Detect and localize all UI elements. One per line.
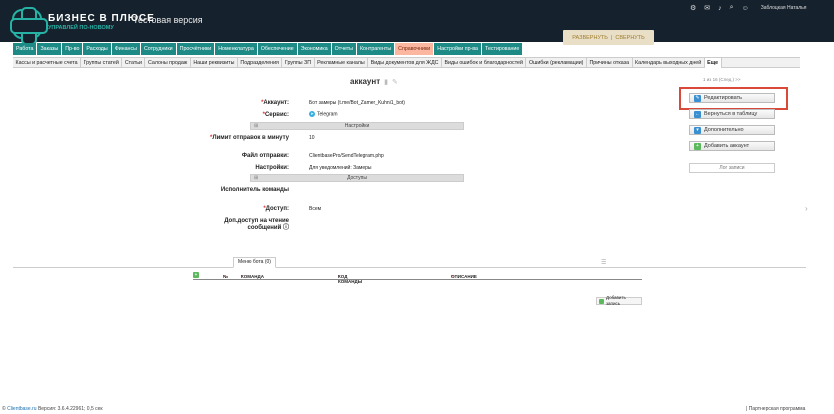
subnav-item-divisions[interactable]: Подразделения bbox=[238, 58, 283, 68]
expand-button[interactable]: РАЗВЕРНУТЬ bbox=[572, 35, 608, 41]
plus-icon bbox=[599, 298, 604, 304]
add-row-icon[interactable]: + bbox=[193, 272, 199, 278]
edit-pencil-icon[interactable]: ✎ bbox=[392, 78, 398, 86]
settings-value: Для уведомлений: Замеры bbox=[309, 165, 372, 171]
nav-item-testing[interactable]: Тестирование bbox=[482, 43, 523, 55]
bookmark-icon[interactable]: ▮ bbox=[384, 78, 388, 86]
more-button[interactable]: ▾ Дополнительно bbox=[689, 125, 775, 135]
edit-icon: ✎ bbox=[694, 94, 701, 102]
site-link[interactable]: Clientbase.ru bbox=[7, 406, 36, 412]
nav-item-work[interactable]: Работа bbox=[13, 43, 37, 55]
subnav-item-error-types[interactable]: Виды ошибок и благодарностей bbox=[442, 58, 527, 68]
subnav-item-complaints[interactable]: Ошибки (рекламации) bbox=[526, 58, 587, 68]
settings-label: Настройки: bbox=[255, 165, 289, 171]
nav-item-production-settings[interactable]: Настройки пр-ва bbox=[434, 43, 481, 55]
access-value: Всем bbox=[309, 206, 322, 212]
next-record-arrow-icon[interactable]: › bbox=[805, 204, 808, 213]
service-value: ➤ Telegram bbox=[309, 111, 338, 118]
subnav-item-holidays[interactable]: Календарь выходных дней bbox=[633, 58, 705, 68]
collapse-button[interactable]: СВЕРНУТЬ bbox=[615, 35, 644, 41]
nav-item-employees[interactable]: Сотрудники bbox=[140, 43, 176, 55]
tab-bot-menu[interactable]: Меню бота (0) bbox=[233, 257, 276, 268]
nav-item-reports[interactable]: Отчеты bbox=[331, 43, 356, 55]
subnav-item-more[interactable]: Еще bbox=[704, 58, 722, 68]
subtable-header: + * № * КОМАНДА * КОД КОМАНДЫ * ОПИСАНИЕ bbox=[193, 272, 642, 284]
add-account-button[interactable]: + Добавить аккаунт bbox=[689, 141, 775, 151]
notification-icon[interactable]: ✉ bbox=[704, 4, 710, 12]
arrow-left-icon: ← bbox=[694, 110, 701, 118]
info-icon[interactable]: ⓘ bbox=[283, 225, 289, 231]
subnav-item-ad-channels[interactable]: Рекламные каналы bbox=[315, 58, 369, 68]
test-version-label: Тестовая версия bbox=[133, 15, 203, 25]
nav-item-calculators[interactable]: Просчётники bbox=[176, 43, 215, 55]
account-value: Бот замеры (t.me/Bot_Zamer_Kuhni1_bot) bbox=[309, 100, 405, 106]
top-icons: ⚙ ✉ ♪ ⌕ ☺ Заблоцкая Наталья bbox=[690, 4, 807, 12]
partner-link[interactable]: | Партнерская программа bbox=[746, 406, 805, 412]
section-toggle-icon[interactable]: ⊞ bbox=[254, 175, 258, 182]
record-pager[interactable]: 1 из 16 (След.) >> bbox=[703, 77, 741, 82]
subnav-item-salons[interactable]: Салоны продаж bbox=[145, 58, 191, 68]
subnav-item-requisites[interactable]: Наши реквизиты bbox=[191, 58, 238, 68]
expand-collapse-box: РАЗВЕРНУТЬ | СВЕРНУТЬ bbox=[563, 30, 654, 45]
subnav-item-cash-accounts[interactable]: Кассы и расчетные счета bbox=[13, 58, 82, 68]
nav-item-production[interactable]: Пр-во bbox=[62, 43, 83, 55]
section-access: ⊞ Доступы bbox=[250, 174, 464, 182]
service-label: *Сервис: bbox=[262, 112, 289, 118]
subnav-item-article-groups[interactable]: Группы статей bbox=[81, 58, 123, 68]
username[interactable]: Заблоцкая Наталья bbox=[761, 5, 807, 11]
back-to-table-button[interactable]: ← Вернуться в таблицу bbox=[689, 109, 775, 119]
nav-item-references[interactable]: Справочники bbox=[395, 43, 434, 55]
plus-icon: + bbox=[694, 142, 701, 150]
section-toggle-icon[interactable]: ⊞ bbox=[254, 123, 258, 130]
chevron-down-icon: ▾ bbox=[694, 126, 701, 134]
main-nav: Работа Заказы Пр-во Расходы Финансы Сотр… bbox=[13, 43, 523, 55]
nav-item-nomenclature[interactable]: Номенклатура bbox=[215, 43, 257, 55]
nav-item-economics[interactable]: Экономика bbox=[297, 43, 331, 55]
file-label: Файл отправки: bbox=[241, 153, 289, 159]
subnav-item-refusal-reasons[interactable]: Причины отказа bbox=[587, 58, 633, 68]
nav-item-supply[interactable]: Обеспечение bbox=[257, 43, 297, 55]
footer-left: © Clientbase.ru Версия: 3.6.4.22961; 0,5… bbox=[2, 406, 103, 412]
record-title: аккаунт bbox=[350, 77, 381, 86]
gear-icon[interactable]: ⚙ bbox=[690, 4, 696, 12]
search-icon[interactable]: ⌕ bbox=[730, 4, 734, 12]
bell-icon[interactable]: ♪ bbox=[718, 5, 722, 12]
user-icon[interactable]: ☺ bbox=[742, 5, 749, 12]
tab-divider bbox=[13, 267, 806, 268]
nav-item-finance[interactable]: Финансы bbox=[111, 43, 140, 55]
limit-value: 10 bbox=[309, 135, 315, 141]
subnav-item-doc-types[interactable]: Виды документов для ЖДС bbox=[368, 58, 442, 68]
nav-item-orders[interactable]: Заказы bbox=[37, 43, 62, 55]
extra-access-label: Доп.доступ на чтение сообщений ⓘ bbox=[224, 218, 289, 231]
account-label: *Аккаунт: bbox=[261, 100, 289, 106]
telegram-icon: ➤ bbox=[309, 111, 315, 117]
access-label: *Доступ: bbox=[263, 206, 289, 212]
executor-label: Исполнитель команды bbox=[220, 187, 289, 193]
brand-tagline: УПРАВЛЕЙ ПО-НОВОМУ bbox=[48, 25, 114, 31]
version-info: Версия: 3.6.4.22961; 0,5 сек bbox=[37, 406, 103, 412]
edit-button[interactable]: ✎ Редактировать bbox=[689, 93, 775, 103]
log-button[interactable]: Лог записи bbox=[689, 163, 775, 173]
add-record-button[interactable]: Добавить запись bbox=[596, 295, 642, 306]
subnav-item-salary-groups[interactable]: Группы ЗП bbox=[282, 58, 315, 68]
nav-item-expenses[interactable]: Расходы bbox=[83, 43, 111, 55]
file-value: ClientbasePro/SendTelegram.php bbox=[309, 153, 384, 159]
subnav-item-articles[interactable]: Статьи bbox=[122, 58, 146, 68]
section-settings: ⊞ Настройки bbox=[250, 122, 464, 130]
table-settings-icon[interactable]: ☰ bbox=[601, 259, 606, 266]
limit-label: *Лимит отправок в минуту bbox=[210, 135, 289, 141]
top-header: БИЗНЕС В ПЛЮСЕ УПРАВЛЕЙ ПО-НОВОМУ Тестов… bbox=[0, 0, 834, 45]
record-title-row: аккаунт ▮ ✎ bbox=[350, 77, 398, 86]
sub-nav: Кассы и расчетные счета Группы статей Ст… bbox=[13, 57, 800, 68]
logo-icon[interactable] bbox=[10, 7, 48, 45]
nav-item-contractors[interactable]: Контрагенты bbox=[356, 43, 395, 55]
